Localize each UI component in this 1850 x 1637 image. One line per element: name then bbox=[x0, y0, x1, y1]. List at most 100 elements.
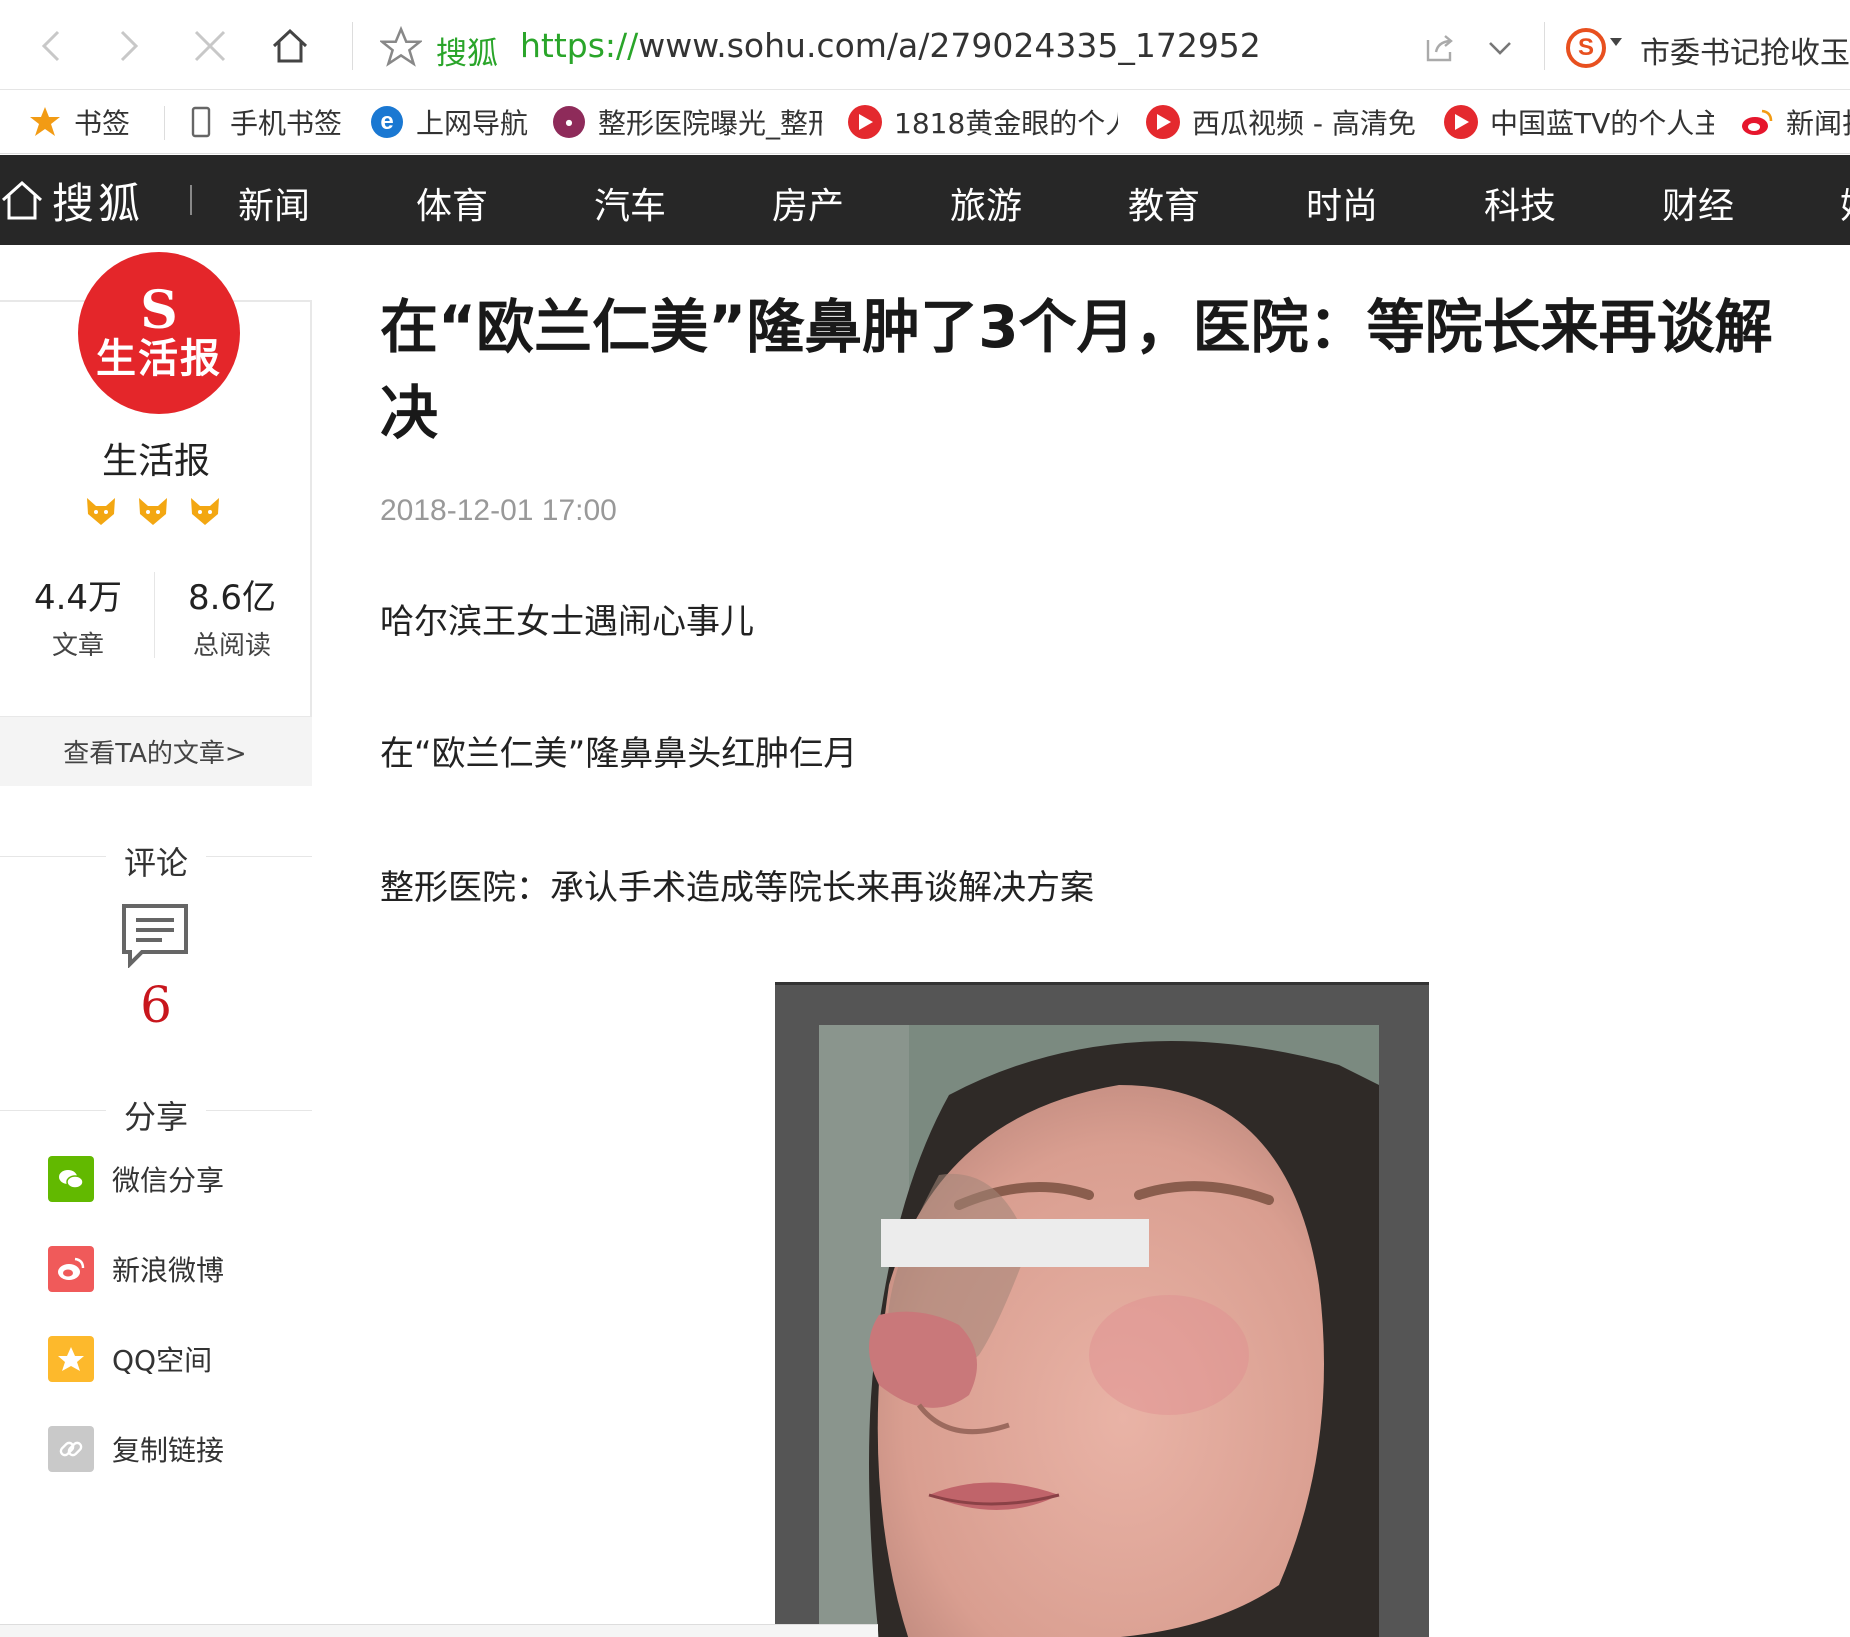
author-rating bbox=[84, 494, 222, 528]
bookmark-item[interactable]: 书签 bbox=[28, 102, 148, 142]
nav-item-travel[interactable]: 旅游 bbox=[950, 177, 1022, 229]
share-weibo[interactable]: 新浪微博 bbox=[48, 1246, 224, 1292]
hot-news-search-text[interactable]: 市委书记抢收玉米 bbox=[1640, 28, 1850, 72]
toolbar-divider bbox=[352, 22, 353, 70]
link-icon bbox=[48, 1426, 94, 1472]
article-paragraph: 整形医院：承认手术造成等院长来再谈解决方案 bbox=[380, 868, 1094, 908]
nav-item-entertainment[interactable]: 娱 bbox=[1840, 177, 1850, 229]
nav-item-sports[interactable]: 体育 bbox=[416, 177, 488, 229]
bookmark-label: 书签 bbox=[74, 107, 131, 140]
article-title: 在“欧兰仁美”隆鼻肿了3个月，医院：等院长来再谈解决 bbox=[380, 293, 1773, 447]
article-photo-frame bbox=[775, 982, 1429, 1637]
bookmark-label: 新闻打 bbox=[1786, 107, 1850, 140]
nav-item-education[interactable]: 教育 bbox=[1128, 177, 1200, 229]
bookmarks-bar: 书签 手机书签 e 上网导航 ● 整形医院曝光_整形 1818黄金眼的个人 西瓜… bbox=[0, 90, 1850, 154]
comments-title: 评论 bbox=[123, 844, 188, 882]
bookmark-divider bbox=[164, 106, 165, 140]
bottom-scroll-strip bbox=[0, 1624, 878, 1637]
author-name[interactable]: 生活报 bbox=[0, 432, 312, 484]
home-icon bbox=[272, 28, 308, 63]
reads-label: 总阅读 bbox=[192, 631, 271, 661]
articles-stat: 4.4万 文章 bbox=[0, 570, 156, 662]
site-name: 搜狐 bbox=[436, 36, 498, 72]
ie-icon: e bbox=[370, 105, 404, 139]
url-path: www.sohu.com/a/279024335_172952 bbox=[638, 26, 1261, 65]
share-copy-link-label: 复制链接 bbox=[112, 1434, 225, 1467]
bookmark-item[interactable]: ● 整形医院曝光_整形 bbox=[552, 102, 822, 142]
bookmark-label: 整形医院曝光_整形 bbox=[598, 107, 822, 140]
address-bar[interactable]: https://www.sohu.com/a/279024335_172952 bbox=[520, 26, 1261, 65]
fox-badge-icon bbox=[139, 498, 167, 525]
weibo-icon bbox=[1740, 105, 1774, 139]
sohu-channel-nav: 搜狐 新闻 体育 汽车 房产 旅游 教育 时尚 科技 财经 娱 bbox=[0, 155, 1850, 245]
stop-button[interactable] bbox=[186, 22, 234, 70]
favorite-star-icon[interactable] bbox=[380, 26, 422, 68]
bookmark-item[interactable]: 1818黄金眼的个人 bbox=[848, 102, 1118, 142]
articles-count: 4.4万 bbox=[33, 578, 123, 618]
home-button[interactable] bbox=[266, 22, 314, 70]
bookmark-label: 手机书签 bbox=[230, 107, 343, 140]
nav-divider bbox=[190, 185, 192, 215]
forward-button[interactable] bbox=[104, 22, 152, 70]
nav-item-auto[interactable]: 汽车 bbox=[594, 177, 666, 229]
wechat-icon bbox=[48, 1156, 94, 1202]
bookmark-label: 上网导航 bbox=[416, 107, 529, 140]
share-page-icon[interactable] bbox=[1422, 30, 1458, 66]
red-play-icon bbox=[1444, 105, 1478, 139]
toolbar-divider bbox=[1544, 22, 1545, 70]
fox-badge-icon bbox=[191, 498, 219, 525]
red-play-icon bbox=[1146, 105, 1180, 139]
share-qzone-label: QQ空间 bbox=[112, 1344, 213, 1377]
article-date: 2018-12-01 17:00 bbox=[380, 494, 617, 527]
avatar-logo-text: 生活报 bbox=[96, 336, 222, 382]
chevron-right-icon bbox=[120, 30, 139, 62]
bookmark-item[interactable]: e 上网导航 bbox=[370, 102, 530, 142]
nav-item-fashion[interactable]: 时尚 bbox=[1306, 177, 1378, 229]
bookmark-item[interactable]: 西瓜视频 - 高清免 bbox=[1146, 102, 1416, 142]
share-qzone[interactable]: QQ空间 bbox=[48, 1336, 212, 1382]
back-button[interactable] bbox=[28, 22, 76, 70]
nav-item-finance[interactable]: 财经 bbox=[1662, 177, 1734, 229]
avatar-logo-mark: S bbox=[140, 280, 178, 341]
red-play-icon bbox=[848, 105, 882, 139]
clinic-logo-icon: ● bbox=[552, 105, 586, 139]
comment-icon[interactable] bbox=[120, 902, 190, 968]
share-weibo-label: 新浪微博 bbox=[112, 1254, 225, 1287]
browser-toolbar: 搜狐 https://www.sohu.com/a/279024335_1729… bbox=[0, 0, 1850, 90]
share-copy-link[interactable]: 复制链接 bbox=[48, 1426, 224, 1472]
bookmark-item[interactable]: 中国蓝TV的个人主 bbox=[1444, 102, 1714, 142]
article-photo[interactable] bbox=[819, 1025, 1379, 1637]
chevron-left-icon bbox=[41, 30, 60, 62]
nav-item-tech[interactable]: 科技 bbox=[1484, 177, 1556, 229]
share-title: 分享 bbox=[123, 1098, 188, 1136]
sogou-search-icon[interactable]: S bbox=[1566, 28, 1606, 68]
bookmark-item[interactable]: 新闻打 bbox=[1740, 102, 1850, 142]
fox-badge-icon bbox=[87, 498, 115, 525]
view-author-articles-link[interactable]: 查看TA的文章> bbox=[0, 716, 312, 786]
star-icon bbox=[28, 105, 62, 139]
caret-down-icon[interactable] bbox=[1610, 38, 1622, 46]
sohu-logo-text: 搜狐 bbox=[52, 178, 145, 228]
bookmark-item[interactable]: 手机书签 bbox=[184, 102, 354, 142]
sohu-home-link[interactable]: 搜狐 bbox=[0, 175, 144, 228]
reads-count: 8.6亿 bbox=[187, 578, 277, 618]
reads-stat: 8.6亿 总阅读 bbox=[154, 570, 310, 662]
phone-icon bbox=[184, 105, 218, 139]
article-paragraph: 在“欧兰仁美”隆鼻鼻头红肿仨月 bbox=[380, 734, 858, 774]
author-avatar[interactable]: S 生活报 bbox=[78, 252, 240, 414]
article-paragraph: 哈尔滨王女士遇闹心事儿 bbox=[380, 602, 754, 642]
nav-item-house[interactable]: 房产 bbox=[772, 177, 844, 229]
face-photo-illustration bbox=[819, 1025, 1379, 1637]
bookmark-label: 西瓜视频 - 高清免 bbox=[1192, 107, 1416, 140]
home-icon bbox=[1, 180, 43, 220]
bookmark-label: 1818黄金眼的个人 bbox=[894, 107, 1118, 140]
share-wechat[interactable]: 微信分享 bbox=[48, 1156, 224, 1202]
articles-label: 文章 bbox=[51, 631, 104, 661]
comment-count[interactable]: 6 bbox=[0, 976, 312, 1034]
url-scheme: https:// bbox=[520, 26, 639, 65]
bookmark-label: 中国蓝TV的个人主 bbox=[1490, 107, 1714, 140]
close-icon bbox=[194, 30, 226, 62]
nav-item-news[interactable]: 新闻 bbox=[238, 177, 310, 229]
chevron-down-icon[interactable] bbox=[1482, 30, 1518, 66]
weibo-icon bbox=[48, 1246, 94, 1292]
